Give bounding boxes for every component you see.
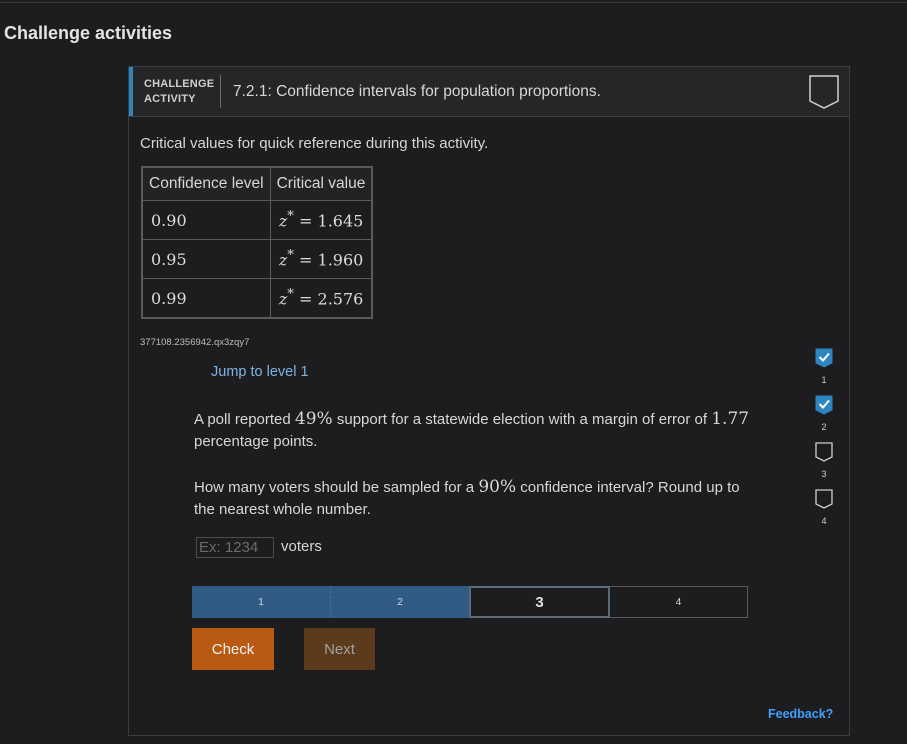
next-button[interactable]: Next <box>304 628 375 670</box>
activity-type-line2: ACTIVITY <box>144 93 196 105</box>
activity-type-label: CHALLENGE ACTIVITY <box>144 77 214 107</box>
critical-value-cell: z* = 2.576 <box>269 278 373 319</box>
checked-checkbox-icon <box>815 395 833 415</box>
answer-input[interactable] <box>196 537 274 558</box>
question-text: How many voters should be sampled for a <box>194 479 479 496</box>
equals-sign: = <box>293 289 318 309</box>
critical-value: 1.960 <box>317 250 364 270</box>
activity-type-line1: CHALLENGE <box>144 78 215 90</box>
section-title: Challenge activities <box>4 23 173 43</box>
table-row: 0.99 z* = 2.576 <box>141 278 373 319</box>
table-header-row: Confidence level Critical value <box>141 166 373 201</box>
level-status-item[interactable]: 4 <box>813 489 835 529</box>
question-text: support for a statewide election with a … <box>332 411 712 428</box>
header-accent-bar <box>129 67 133 116</box>
level-number: 3 <box>821 469 827 479</box>
content-id: 377108.2356942.qx3zqy7 <box>140 337 250 348</box>
critical-value-cell: z* = 1.960 <box>269 239 373 279</box>
question-paragraph-1: A poll reported 49% support for a statew… <box>194 408 754 453</box>
activity-title: 7.2.1: Confidence intervals for populati… <box>233 83 601 100</box>
critical-value-cell: z* = 1.645 <box>269 200 373 240</box>
level-number: 4 <box>821 516 827 526</box>
critical-value: 2.576 <box>317 289 364 309</box>
empty-checkbox-icon <box>815 489 833 509</box>
progress-segment-4[interactable]: 4 <box>610 586 748 618</box>
question-paragraph-2: How many voters should be sampled for a … <box>194 476 754 521</box>
activity-header: CHALLENGE ACTIVITY 7.2.1: Confidence int… <box>129 67 849 117</box>
level-number: 2 <box>821 422 827 432</box>
column-header-critical-value: Critical value <box>269 166 373 201</box>
critical-value: 1.645 <box>317 211 364 231</box>
question-text: percentage points. <box>194 433 318 450</box>
confidence-level-cell: 0.99 <box>141 278 271 319</box>
table-row: 0.95 z* = 1.960 <box>141 239 373 279</box>
check-button[interactable]: Check <box>192 628 274 670</box>
level-status-item[interactable]: 1 <box>813 348 835 388</box>
math-value: 1.77 <box>711 409 750 429</box>
completion-badge-icon <box>809 75 839 109</box>
level-status-item[interactable]: 3 <box>813 442 835 482</box>
empty-checkbox-icon <box>815 442 833 462</box>
jump-to-level-link[interactable]: Jump to level 1 <box>211 364 309 380</box>
top-divider <box>0 0 907 3</box>
confidence-level-cell: 0.90 <box>141 200 271 240</box>
reference-text: Critical values for quick reference duri… <box>140 135 489 152</box>
z-star: * <box>287 248 294 264</box>
level-progress-bar: 1 2 3 4 <box>192 586 748 618</box>
progress-segment-1[interactable]: 1 <box>192 586 331 618</box>
math-value: 49% <box>294 409 333 429</box>
question-text: A poll reported <box>194 411 295 428</box>
level-number: 1 <box>821 375 827 385</box>
column-header-confidence-level: Confidence level <box>141 166 271 201</box>
feedback-link[interactable]: Feedback? <box>768 707 833 721</box>
header-divider <box>220 75 221 108</box>
equals-sign: = <box>293 211 318 231</box>
equals-sign: = <box>293 250 318 270</box>
progress-segment-2[interactable]: 2 <box>331 586 469 618</box>
confidence-level-cell: 0.95 <box>141 239 271 279</box>
z-star: * <box>287 287 294 303</box>
checked-checkbox-icon <box>815 348 833 368</box>
math-value: 90% <box>478 477 517 497</box>
z-star: * <box>287 209 294 225</box>
table-row: 0.90 z* = 1.645 <box>141 200 373 240</box>
answer-unit-label: voters <box>281 538 322 555</box>
level-status-item[interactable]: 2 <box>813 395 835 435</box>
critical-values-table: Confidence level Critical value 0.90 z* … <box>141 166 374 319</box>
progress-segment-3-current[interactable]: 3 <box>469 586 610 618</box>
